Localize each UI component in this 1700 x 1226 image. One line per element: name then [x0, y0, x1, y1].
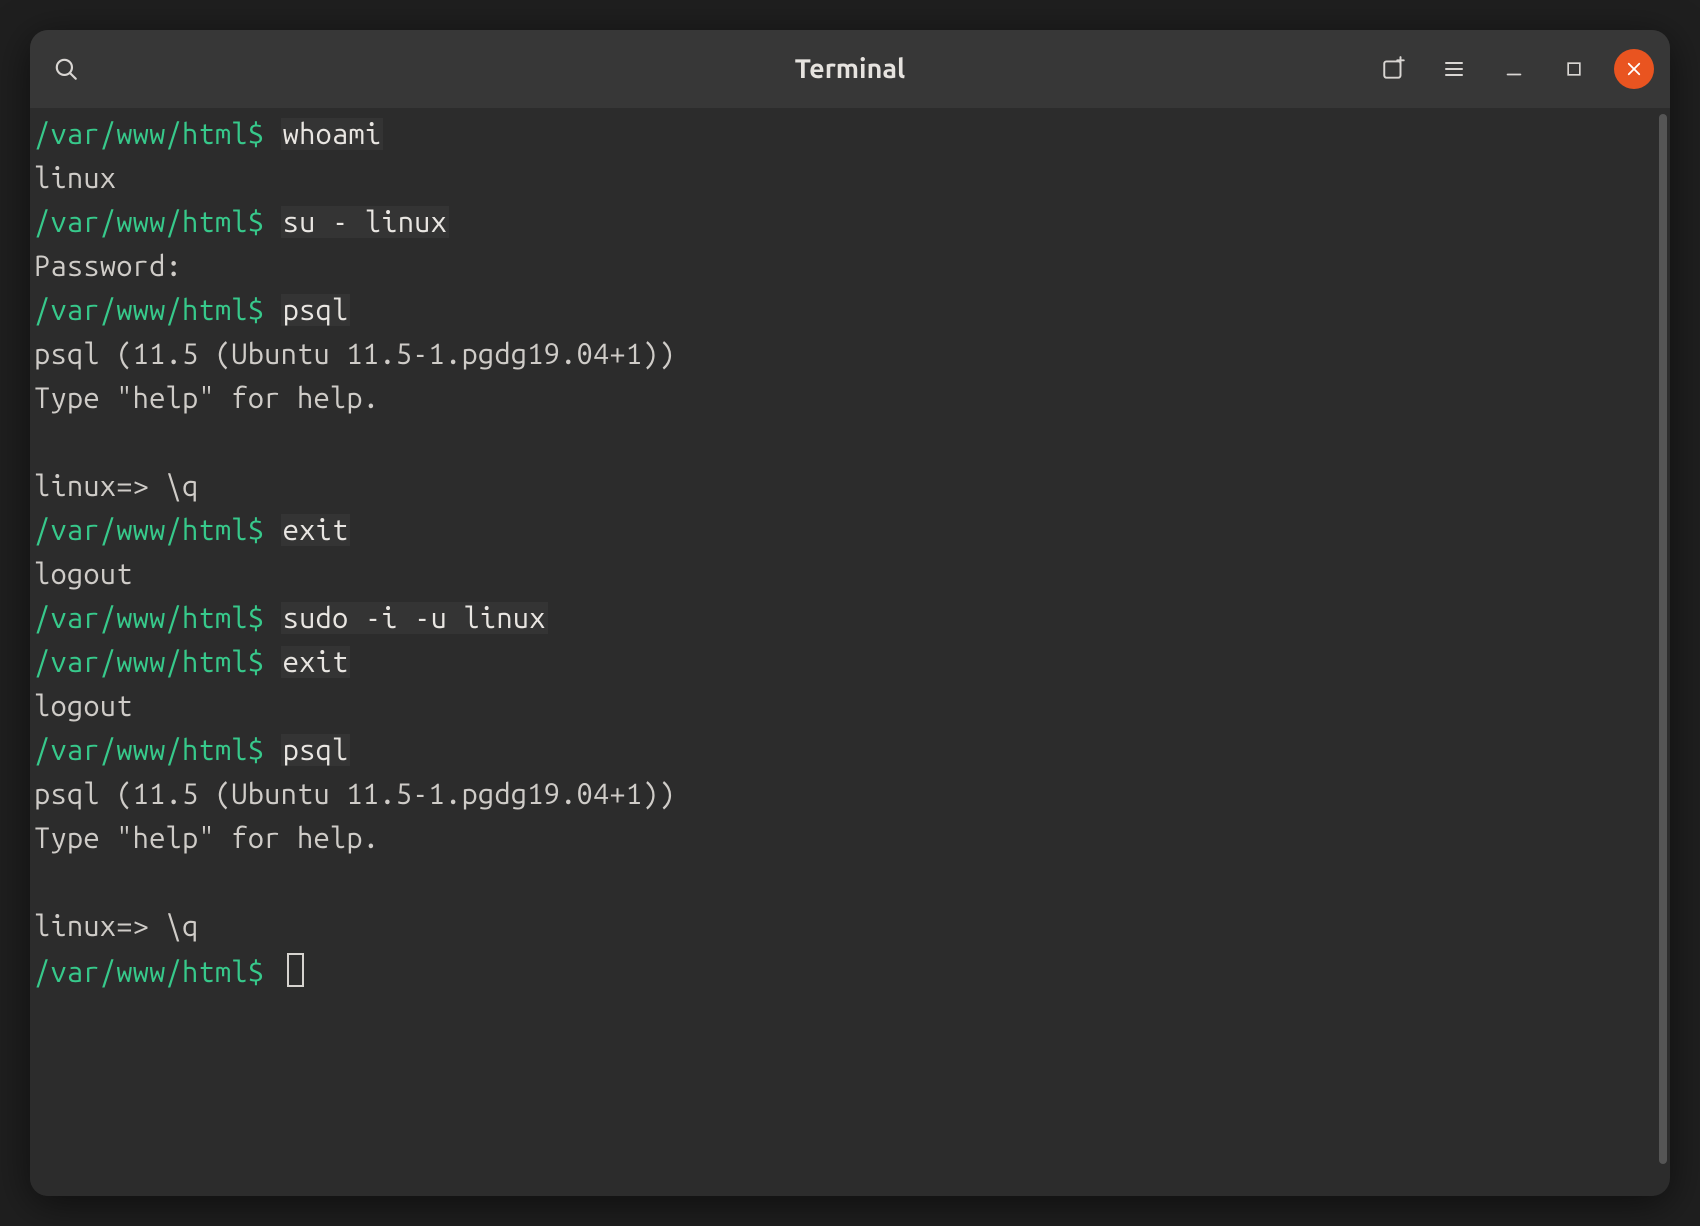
terminal-line: Type "help" for help. [34, 376, 1654, 420]
minimize-icon [1503, 58, 1525, 80]
terminal-content[interactable]: /var/www/html$ whoamilinux/var/www/html$… [30, 108, 1654, 1196]
prompt-path: /var/www/html [34, 514, 248, 546]
scrollbar-thumb[interactable] [1659, 114, 1667, 1164]
command-text: sudo -i -u linux [281, 602, 548, 634]
terminal-line: linux=> \q [34, 904, 1654, 948]
prompt-symbol: $ [248, 602, 264, 634]
new-tab-button[interactable] [1374, 49, 1414, 89]
prompt-path: /var/www/html [34, 734, 248, 766]
command-text: psql [281, 734, 351, 766]
terminal-line: linux=> \q [34, 464, 1654, 508]
terminal-line: /var/www/html$ psql [34, 728, 1654, 772]
output-text: psql (11.5 (Ubuntu 11.5-1.pgdg19.04+1)) [34, 338, 675, 370]
terminal-line: linux [34, 156, 1654, 200]
terminal-line: psql (11.5 (Ubuntu 11.5-1.pgdg19.04+1)) [34, 332, 1654, 376]
prompt-symbol: $ [248, 734, 264, 766]
scrollbar[interactable] [1654, 108, 1670, 1196]
minimize-button[interactable] [1494, 49, 1534, 89]
search-button[interactable] [46, 49, 86, 89]
command-text: psql [281, 294, 351, 326]
terminal-line: /var/www/html$ exit [34, 508, 1654, 552]
menu-button[interactable] [1434, 49, 1474, 89]
prompt-symbol: $ [248, 514, 264, 546]
prompt-path: /var/www/html [34, 646, 248, 678]
prompt-path: /var/www/html [34, 206, 248, 238]
prompt-symbol: $ [248, 206, 264, 238]
terminal-line: /var/www/html$ sudo -i -u linux [34, 596, 1654, 640]
close-button[interactable] [1614, 49, 1654, 89]
prompt-path: /var/www/html [34, 118, 248, 150]
hamburger-icon [1442, 57, 1466, 81]
terminal-line [34, 420, 1654, 464]
maximize-button[interactable] [1554, 49, 1594, 89]
output-text: linux=> \q [34, 910, 198, 942]
command-text: exit [281, 514, 351, 546]
terminal-line: logout [34, 684, 1654, 728]
command-text: su - linux [281, 206, 449, 238]
terminal-line: /var/www/html$ su - linux [34, 200, 1654, 244]
prompt-symbol: $ [248, 646, 264, 678]
prompt-path: /var/www/html [34, 956, 248, 988]
output-text: logout [34, 690, 133, 722]
command-text: whoami [281, 118, 384, 150]
command-text: exit [281, 646, 351, 678]
output-text: logout [34, 558, 133, 590]
terminal-line: /var/www/html$ whoami [34, 112, 1654, 156]
terminal-line: Password: [34, 244, 1654, 288]
cursor [287, 953, 304, 987]
terminal-line: psql (11.5 (Ubuntu 11.5-1.pgdg19.04+1)) [34, 772, 1654, 816]
search-icon [53, 56, 79, 82]
maximize-icon [1564, 59, 1584, 79]
output-text: psql (11.5 (Ubuntu 11.5-1.pgdg19.04+1)) [34, 778, 675, 810]
titlebar: Terminal [30, 30, 1670, 108]
output-text: Type "help" for help. [34, 382, 379, 414]
terminal-line: /var/www/html$ [34, 948, 1654, 992]
prompt-symbol: $ [248, 294, 264, 326]
output-text: linux=> \q [34, 470, 198, 502]
terminal-line [34, 860, 1654, 904]
terminal-line: Type "help" for help. [34, 816, 1654, 860]
close-icon [1625, 60, 1643, 78]
output-text: Type "help" for help. [34, 822, 379, 854]
output-text: Password: [34, 250, 198, 282]
terminal-line: logout [34, 552, 1654, 596]
new-tab-icon [1381, 56, 1407, 82]
prompt-symbol: $ [248, 956, 264, 988]
prompt-symbol: $ [248, 118, 264, 150]
terminal-line: /var/www/html$ psql [34, 288, 1654, 332]
terminal-window: Terminal [30, 30, 1670, 1196]
output-text: linux [34, 162, 116, 194]
prompt-path: /var/www/html [34, 602, 248, 634]
prompt-path: /var/www/html [34, 294, 248, 326]
terminal-line: /var/www/html$ exit [34, 640, 1654, 684]
